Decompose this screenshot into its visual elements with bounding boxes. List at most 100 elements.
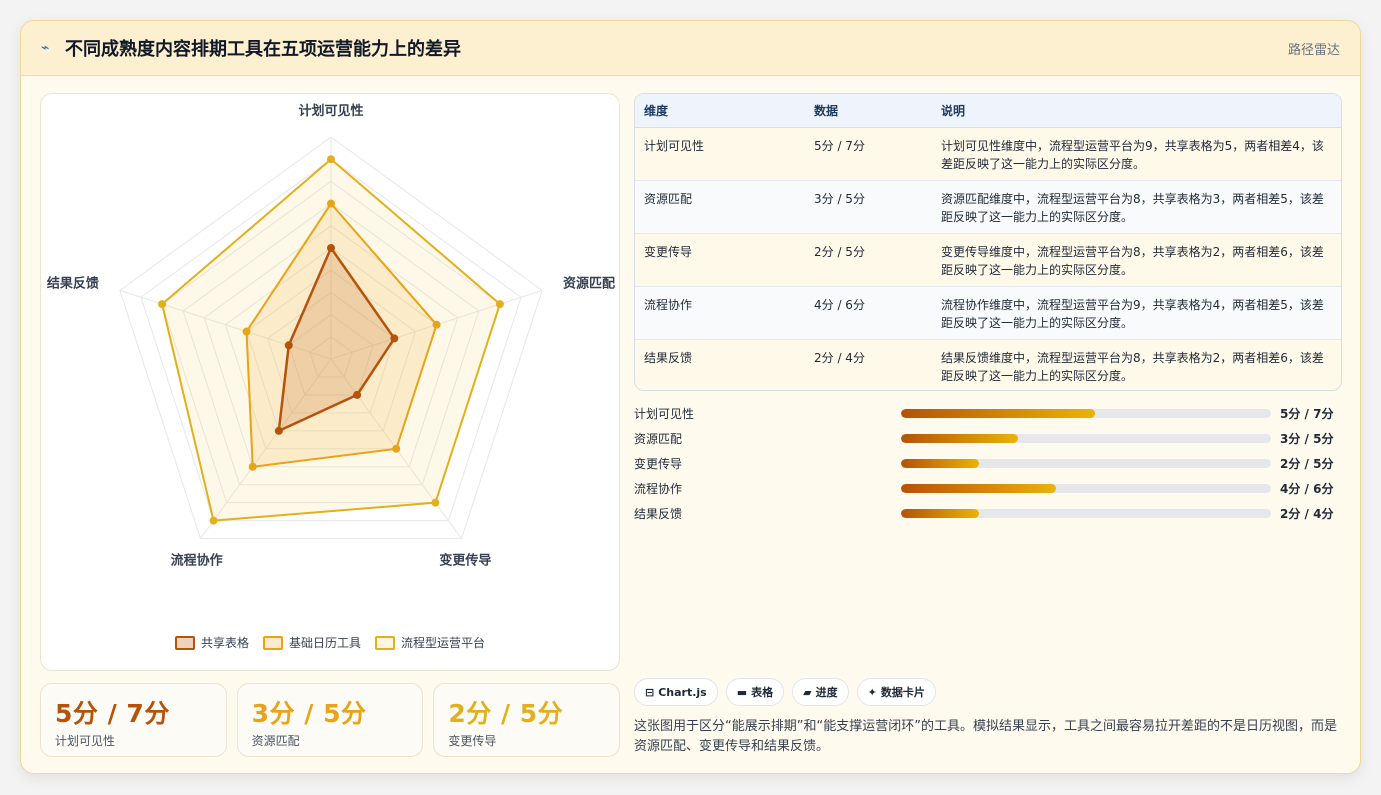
progress-fill <box>901 434 1018 443</box>
progress-fill <box>901 509 979 518</box>
tech-chips: ⊟ Chart.js ▬ 表格 ▰ 进度 ✦ 数据卡片 <box>634 678 936 706</box>
stat-label: 计划可见性 <box>55 734 116 748</box>
cell-value: 2分 / 4分 <box>805 339 932 390</box>
table-row: 变更传导 2分 / 5分 变更传导维度中，流程型运营平台为8，共享表格为2，两者… <box>635 233 1341 287</box>
chip-progress[interactable]: ▰ 进度 <box>792 678 849 706</box>
legend-label-series3: 流程型运营平台 <box>401 636 486 650</box>
progress-label: 变更传导 <box>634 457 683 471</box>
axis-label: 变更传导 <box>439 552 491 568</box>
legend-label-series2: 基础日历工具 <box>288 636 361 650</box>
data-point-series-1 <box>274 426 283 435</box>
axis-label: 结果反馈 <box>47 276 99 292</box>
data-point-series-1 <box>327 244 335 252</box>
table: 维度 数据 说明 计划可见性 5分 / 7分 计划可见性维度中，流程型运营平台为… <box>635 94 1341 390</box>
progress-row: 结果反馈 2分 / 4分 <box>634 501 1342 526</box>
stat-value: 5分 / 7分 <box>55 699 170 728</box>
cell-description: 变更传导维度中，流程型运营平台为8，共享表格为2，两者相差6，该差距反映了这一能… <box>932 233 1341 287</box>
data-point-series-1 <box>390 334 399 343</box>
legend-item-series1[interactable]: 共享表格 <box>174 634 249 651</box>
chip-label: 表格 <box>751 686 774 699</box>
legend-swatch-series3 <box>375 635 395 650</box>
progress-value: 2分 / 4分 <box>1280 507 1334 521</box>
table-row: 计划可见性 5分 / 7分 计划可见性维度中，流程型运营平台为9，共享表格为5，… <box>635 127 1341 181</box>
cell-description: 结果反馈维度中，流程型运营平台为8，共享表格为2，两者相差6，该差距反映了这一能… <box>932 339 1341 390</box>
progress-label: 计划可见性 <box>634 407 695 421</box>
stat-card: 5分 / 7分 计划可见性 <box>40 683 227 757</box>
table-row: 结果反馈 2分 / 4分 结果反馈维度中，流程型运营平台为8，共享表格为2，两者… <box>635 339 1341 390</box>
chip-label: 数据卡片 <box>880 686 925 699</box>
stat-label: 资源匹配 <box>251 734 300 748</box>
column-header-dimension: 维度 <box>635 94 805 128</box>
header: ⌁ 不同成熟度内容排期工具在五项运营能力上的差异 路径雷达 <box>21 21 1360 76</box>
data-point-series-2 <box>392 444 401 453</box>
cell-dimension: 资源匹配 <box>635 180 805 234</box>
progress-fill <box>901 459 979 468</box>
radar-panel: 计划可见性资源匹配变更传导 流程协作 结果反馈 共享表格 基础日历工具 流程型运营平… <box>40 93 620 671</box>
chip-table[interactable]: ▬ 表格 <box>725 678 785 706</box>
data-point-series-3 <box>495 300 504 309</box>
stat-value: 3分 / 5分 <box>251 699 367 728</box>
progress-row: 计划可见性 5分 / 7分 <box>634 401 1342 426</box>
chart-icon: ⊟ <box>645 685 655 699</box>
progress-fill <box>901 409 1096 418</box>
dashboard-card: ⌁ 不同成熟度内容排期工具在五项运营能力上的差异 路径雷达 计划可见性 资源匹配变… <box>20 20 1361 774</box>
table-row: 流程协作 4分 / 6分 流程协作维度中，流程型运营平台为9，共享表格为4，两者… <box>635 286 1341 340</box>
stat-card: 2分 / 5分 变更传导 <box>433 683 621 757</box>
axis-label: 计划可见性 <box>298 103 363 119</box>
progress-label: 流程协作 <box>634 482 683 496</box>
stat-value: 2分 / 5分 <box>448 699 564 728</box>
progress-icon: ▰ <box>803 685 812 699</box>
progress-value: 3分 / 5分 <box>1280 432 1334 446</box>
progress-row: 变更传导 2分 / 5分 <box>634 451 1342 476</box>
legend-label-series1: 共享表格 <box>200 636 249 650</box>
progress-track <box>901 409 1271 418</box>
chip-label: 进度 <box>815 686 838 699</box>
cell-description: 资源匹配维度中，流程型运营平台为8，共享表格为3，两者相差5，该差距反映了这一能… <box>932 180 1341 234</box>
data-point-series-2 <box>248 462 257 471</box>
progress-track <box>901 434 1271 443</box>
cell-description: 计划可见性维度中，流程型运营平台为9，共享表格为5，两者相差4，该差距反映了这一… <box>932 127 1341 181</box>
axis-label: 资源匹配 <box>563 276 615 292</box>
column-header-description: 说明 <box>932 94 1341 128</box>
cell-value: 2分 / 5分 <box>805 233 932 287</box>
data-point-series-3 <box>209 516 218 525</box>
cell-dimension: 计划可见性 <box>635 127 805 181</box>
header-tag: 路径雷达 <box>1287 42 1340 58</box>
legend-swatch-series2 <box>262 635 283 650</box>
data-point-series-3 <box>158 300 167 309</box>
cell-value: 3分 / 5分 <box>805 180 932 234</box>
summary-text: 这张图用于区分“能展示排期”和“能支撑运营闭环”的工具。模拟结果显示，工具之间最… <box>634 719 1337 754</box>
legend-item-series2[interactable]: 基础日历工具 <box>262 634 361 651</box>
cell-value: 5分 / 7分 <box>805 127 932 181</box>
legend: 共享表格 基础日历工具 流程型运营平台 <box>41 634 619 651</box>
stat-label: 变更传导 <box>448 734 497 748</box>
table-icon: ▬ <box>736 685 748 699</box>
table-row: 资源匹配 3分 / 5分 资源匹配维度中，流程型运营平台为8，共享表格为3，两者… <box>635 180 1341 234</box>
cell-value: 4分 / 6分 <box>805 286 932 340</box>
chip-chartjs[interactable]: ⊟ Chart.js <box>634 678 718 706</box>
chip-data-cards[interactable]: ✦ 数据卡片 <box>856 678 936 706</box>
table-header-row: 维度 数据 说明 <box>635 94 1341 128</box>
data-table: 维度 数据 说明 计划可见性 5分 / 7分 计划可见性维度中，流程型运营平台为… <box>634 93 1342 391</box>
axis-label: 流程协作 <box>171 552 223 568</box>
legend-item-series3[interactable]: 流程型运营平台 <box>375 634 485 651</box>
progress-track <box>901 484 1271 493</box>
progress-label: 结果反馈 <box>634 507 683 521</box>
data-point-series-3 <box>327 155 335 164</box>
page-title: 不同成熟度内容排期工具在五项运营能力上的差异 <box>65 39 461 60</box>
cell-dimension: 变更传导 <box>635 233 805 287</box>
column-header-value: 数据 <box>805 94 932 128</box>
data-point-series-3 <box>431 498 440 507</box>
cell-dimension: 流程协作 <box>635 286 805 340</box>
legend-swatch-series1 <box>174 635 195 650</box>
data-point-series-1 <box>284 341 293 350</box>
progress-label: 资源匹配 <box>634 432 683 446</box>
stat-cards: 5分 / 7分 计划可见性 3分 / 5分 资源匹配 2分 / 5分 变更传导 <box>40 683 621 757</box>
progress-row: 流程协作 4分 / 6分 <box>634 476 1342 501</box>
stat-card: 3分 / 5分 资源匹配 <box>236 683 424 757</box>
progress-value: 5分 / 7分 <box>1280 407 1334 421</box>
title-wrap: ⌁ 不同成熟度内容排期工具在五项运营能力上的差异 <box>41 35 461 61</box>
lightning-icon: ⌁ <box>41 40 50 56</box>
data-point-series-2 <box>327 199 335 208</box>
cell-description: 流程协作维度中，流程型运营平台为9，共享表格为4，两者相差5，该差距反映了这一能… <box>932 286 1341 340</box>
